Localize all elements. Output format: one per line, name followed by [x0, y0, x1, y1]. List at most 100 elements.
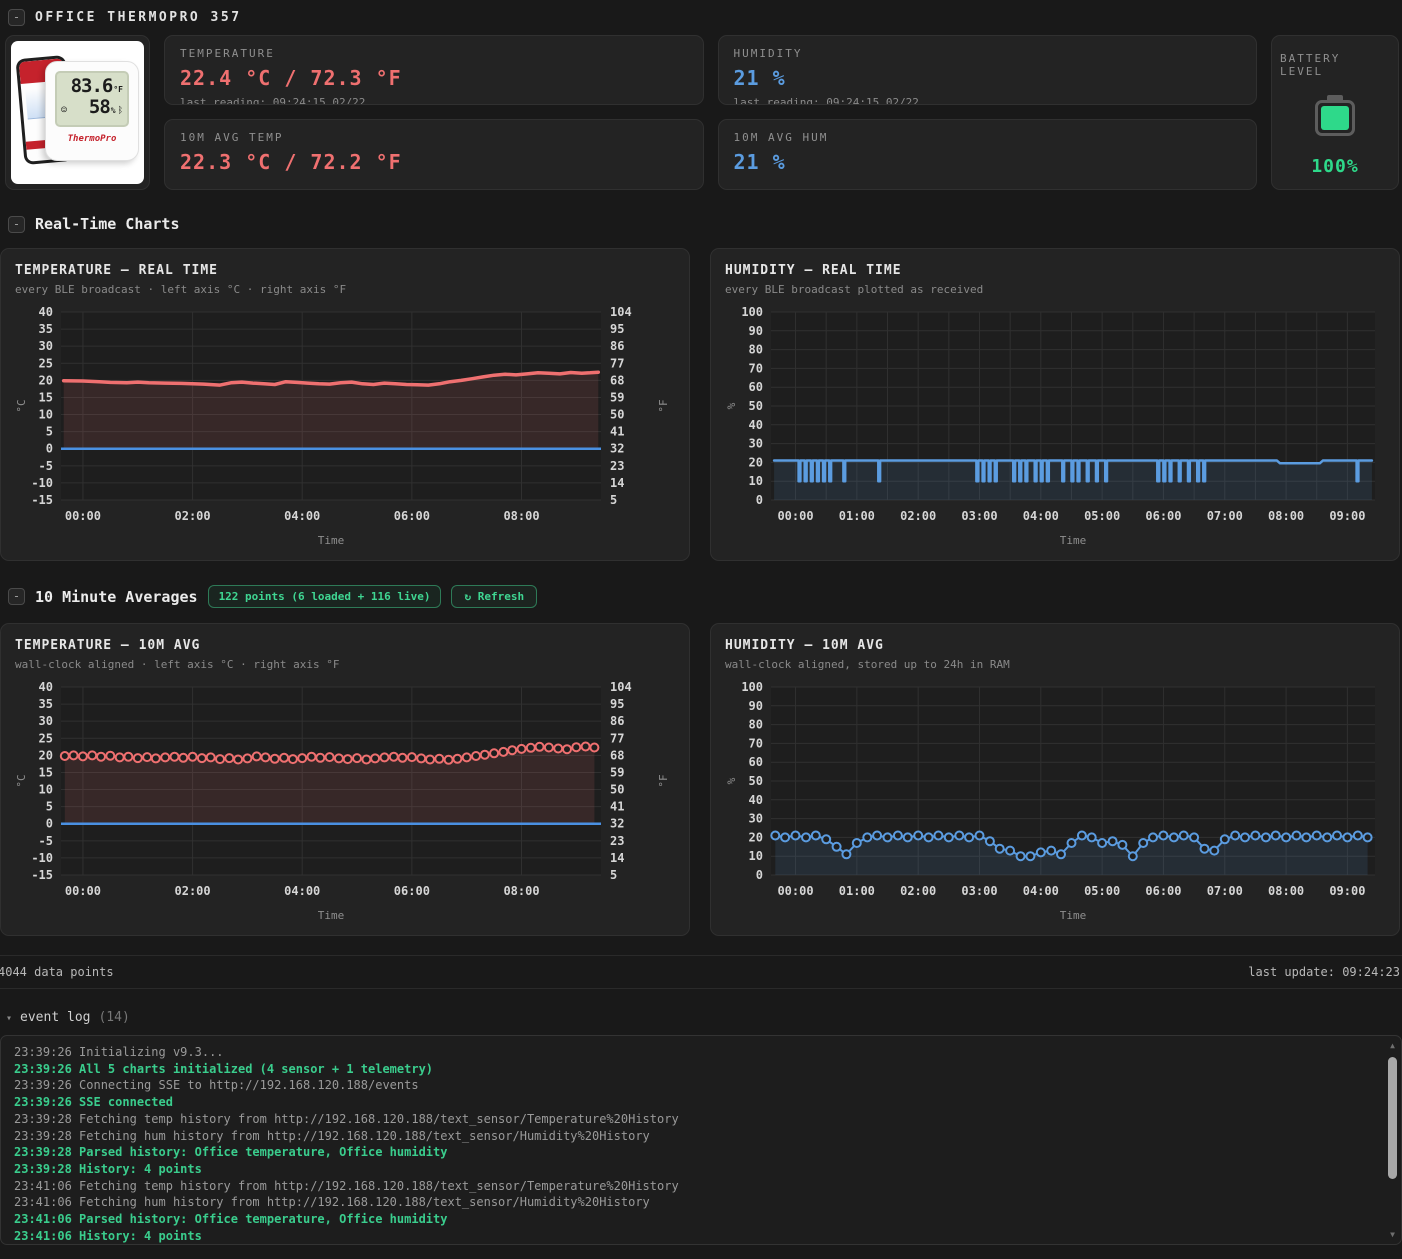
battery-value: 100%	[1311, 156, 1359, 177]
svg-text:80: 80	[749, 343, 763, 357]
scroll-down-icon[interactable]: ▼	[1385, 1230, 1400, 1239]
svg-text:20: 20	[749, 455, 763, 469]
svg-text:20: 20	[39, 748, 53, 762]
svg-text:05:00: 05:00	[1084, 884, 1120, 898]
svg-text:23: 23	[610, 834, 624, 848]
header-collapse-button[interactable]: -	[8, 9, 25, 26]
svg-text:08:00: 08:00	[503, 884, 539, 898]
hum-realtime-subtitle: every BLE broadcast plotted as received	[725, 283, 984, 296]
svg-text:04:00: 04:00	[1023, 509, 1059, 523]
humidity-label: HUMIDITY	[733, 47, 803, 60]
svg-text:08:00: 08:00	[1268, 884, 1304, 898]
svg-text:00:00: 00:00	[777, 509, 813, 523]
svg-text:60: 60	[749, 755, 763, 769]
svg-text:35: 35	[39, 322, 53, 336]
temperature-last-reading: last reading: 09:24:15 02/22	[180, 96, 366, 105]
svg-text:04:00: 04:00	[284, 509, 320, 523]
humidity-card: HUMIDITY 21 % last reading: 09:24:15 02/…	[717, 35, 1257, 105]
svg-text:-10: -10	[31, 476, 53, 490]
svg-text:25: 25	[39, 356, 53, 370]
svg-text:50: 50	[749, 774, 763, 788]
svg-text:60: 60	[749, 380, 763, 394]
avg-hum-value: 21 %	[733, 150, 786, 174]
thermometer-lcd: 83.6 °F ☺ 58 % ᛒ	[55, 71, 129, 127]
svg-text:°C: °C	[15, 774, 28, 787]
svg-text:30: 30	[39, 339, 53, 353]
svg-text:100: 100	[741, 305, 763, 319]
device-photo-card: 83.6 °F ☺ 58 % ᛒ ThermoPro	[5, 35, 150, 190]
eventlog-scrollbar[interactable]: ▲ ▼	[1385, 1037, 1400, 1243]
svg-text:0: 0	[756, 493, 763, 507]
svg-text:30: 30	[749, 812, 763, 826]
log-line: 23:39:26 All 5 charts initialized (4 sen…	[14, 1061, 434, 1076]
svg-text:77: 77	[610, 356, 624, 370]
eventlog-lines: 23:39:26 Initializing v9.3... 23:39:26 Al…	[14, 1044, 1379, 1244]
log-line: 23:39:28 Fetching hum history from http:…	[14, 1128, 650, 1143]
scroll-up-icon[interactable]: ▲	[1385, 1041, 1400, 1050]
log-line: 23:39:26 Initializing v9.3...	[14, 1045, 224, 1059]
avg-temp-label: 10M AVG TEMP	[180, 131, 284, 144]
svg-text:20: 20	[39, 373, 53, 387]
log-line: 23:39:26 SSE connected	[14, 1095, 173, 1110]
svg-text:%: %	[725, 777, 738, 784]
averages-section-title: 10 Minute Averages	[35, 587, 198, 606]
svg-text:00:00: 00:00	[65, 884, 101, 898]
svg-text:40: 40	[39, 305, 53, 319]
avg-hum-label: 10M AVG HUM	[733, 131, 829, 144]
svg-text:50: 50	[610, 408, 624, 422]
svg-text:-10: -10	[31, 851, 53, 865]
log-line: 23:39:28 History: 4 points	[14, 1161, 202, 1176]
status-bar: 4044 data points last update: 09:24:23	[0, 955, 1402, 989]
svg-text:90: 90	[749, 699, 763, 713]
realtime-collapse-button[interactable]: -	[8, 215, 25, 233]
svg-text:09:00: 09:00	[1329, 509, 1365, 523]
realtime-charts-row: TEMPERATURE — REAL TIME every BLE broadc…	[0, 248, 1402, 561]
svg-text:03:00: 03:00	[961, 884, 997, 898]
svg-text:Time: Time	[318, 909, 345, 922]
log-line: 23:41:06 Fetching hum history from http:…	[14, 1195, 650, 1210]
svg-text:10: 10	[749, 849, 763, 863]
svg-text:5: 5	[46, 800, 53, 814]
svg-text:02:00: 02:00	[900, 884, 936, 898]
hum-avg-card: HUMIDITY — 10M AVG wall-clock aligned, s…	[710, 623, 1400, 936]
temperature-value: 22.4 °C / 72.3 °F	[180, 66, 402, 90]
log-line: 23:41:06 Fetching temp history from http…	[14, 1178, 679, 1193]
battery-card: BATTERY LEVEL 100%	[1271, 35, 1399, 190]
svg-text:04:00: 04:00	[284, 884, 320, 898]
temp-avg-subtitle: wall-clock aligned · left axis °C · righ…	[15, 658, 340, 671]
svg-text:23: 23	[610, 459, 624, 473]
svg-text:95: 95	[610, 697, 624, 711]
svg-text:5: 5	[46, 425, 53, 439]
temperature-card: TEMPERATURE 22.4 °C / 72.3 °F last readi…	[164, 35, 704, 105]
svg-text:°F: °F	[657, 399, 670, 412]
svg-text:02:00: 02:00	[175, 509, 211, 523]
temp-realtime-subtitle: every BLE broadcast · left axis °C · rig…	[15, 283, 347, 296]
svg-text:09:00: 09:00	[1329, 884, 1365, 898]
svg-text:0: 0	[46, 817, 53, 831]
averages-collapse-button[interactable]: -	[8, 588, 25, 605]
svg-text:50: 50	[610, 783, 624, 797]
realtime-section-header: - Real-Time Charts	[8, 215, 1394, 233]
svg-text:06:00: 06:00	[394, 884, 430, 898]
svg-text:02:00: 02:00	[900, 509, 936, 523]
lcd-hum-unit: %	[110, 106, 116, 115]
svg-text:25: 25	[39, 731, 53, 745]
hum-realtime-title: HUMIDITY — REAL TIME	[725, 263, 902, 278]
svg-text:10: 10	[39, 408, 53, 422]
svg-text:5: 5	[610, 493, 617, 507]
svg-text:70: 70	[749, 361, 763, 375]
svg-text:80: 80	[749, 718, 763, 732]
refresh-button[interactable]: ↻ Refresh	[451, 585, 538, 608]
chevron-down-icon[interactable]: ▾	[6, 1013, 12, 1024]
svg-text:06:00: 06:00	[1145, 884, 1181, 898]
svg-text:5: 5	[610, 868, 617, 882]
temp-avg-title: TEMPERATURE — 10M AVG	[15, 638, 201, 653]
eventlog-header[interactable]: ▾ event log (14)	[6, 1010, 1402, 1025]
hum-realtime-card: HUMIDITY — REAL TIME every BLE broadcast…	[710, 248, 1400, 561]
svg-text:41: 41	[610, 425, 624, 439]
svg-text:41: 41	[610, 800, 624, 814]
scrollbar-thumb[interactable]	[1388, 1057, 1397, 1179]
svg-text:50: 50	[749, 399, 763, 413]
svg-text:35: 35	[39, 697, 53, 711]
lcd-temp-unit: °F	[113, 85, 123, 94]
